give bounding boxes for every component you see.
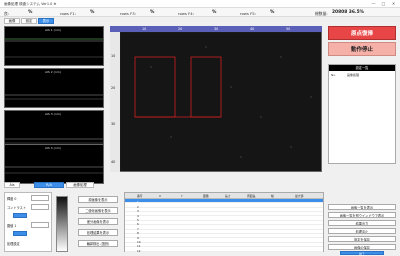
settings-row-key: No.: [331, 73, 336, 77]
axis-tick: 10: [111, 54, 116, 58]
axis-tick: 20: [178, 26, 183, 31]
chart-plot: [5, 38, 103, 58]
status-label: rows F3:: [120, 10, 136, 16]
table-cell: 12: [137, 248, 141, 253]
status-bar: 良: % rows F1: % rows F3: % rows F4: % ro…: [0, 8, 400, 17]
status-label: rows F4:: [178, 10, 194, 16]
status-value: %: [212, 10, 217, 15]
table-row[interactable]: 12: [125, 247, 323, 253]
axis-tick: 30: [111, 122, 116, 126]
grid-col-header: 最大値: [295, 194, 304, 199]
save-image-button[interactable]: 画像の保存: [328, 244, 396, 250]
brightness-input[interactable]: [31, 195, 49, 201]
status-value: %: [28, 10, 33, 15]
grid-col-header: 幅: [271, 194, 274, 199]
show-result-button[interactable]: 処理結果を表示: [78, 229, 118, 236]
threshold-apply-button[interactable]: [13, 231, 27, 236]
image-axis-top: 10 20 30 40 50: [110, 26, 322, 32]
control-panel: 輝度 0 コントラスト 閾値 1 処理設定: [4, 192, 52, 252]
contour-detect-button[interactable]: 輪郭検出 (選択): [78, 240, 118, 247]
show-diff-button[interactable]: 差分画像を表示: [78, 218, 118, 225]
tab-display[interactable]: 表示: [38, 18, 54, 24]
output-results-button[interactable]: 結果出力: [328, 220, 396, 226]
axis-tick: 20: [111, 86, 116, 90]
axis-tick: 40: [111, 160, 116, 164]
total-count-label: 総数量:: [315, 10, 328, 16]
settings-row-value: 画像処理: [347, 73, 360, 77]
settings-table-header: 設定一覧: [329, 65, 395, 71]
tab-image-processing[interactable]: 画像処理: [66, 182, 94, 188]
grid-col-header: 面積: [203, 194, 209, 199]
tab-ais[interactable]: Ais: [4, 182, 20, 188]
tab-image[interactable]: 画像: [4, 18, 20, 24]
status-label: rows F5:: [240, 10, 256, 16]
status-value: %: [90, 10, 95, 15]
axis-tick: 50: [286, 26, 291, 31]
threshold-input[interactable]: [31, 222, 49, 228]
exit-button[interactable]: 終了: [340, 251, 384, 256]
window-title: 画像処理 検査システム Ver1.0 ※: [4, 1, 57, 6]
abort-processing-button[interactable]: 処理中止: [328, 228, 396, 234]
apply-button[interactable]: [13, 213, 27, 218]
close-icon[interactable]: ✕: [390, 1, 397, 6]
intensity-gradient: [56, 196, 68, 252]
grid-col-header: 周囲長: [247, 194, 256, 199]
status-label: 良:: [4, 10, 10, 16]
grid-col-header: Y: [181, 194, 183, 199]
image-axis-left: 10 20 30 40: [110, 32, 120, 172]
grid-col-header: 番号: [137, 194, 143, 199]
ais-chart-2: AIS 2 (nm): [4, 68, 104, 108]
show-binary-button[interactable]: 二値化画像を表示: [78, 207, 118, 214]
chart-plot: [5, 166, 103, 174]
minimize-icon[interactable]: —: [370, 1, 377, 6]
image-view[interactable]: [110, 26, 322, 172]
image-canvas: [121, 33, 321, 171]
tab-settings[interactable]: 設定: [21, 18, 37, 24]
grid-col-header: X: [159, 194, 161, 199]
show-image-list-window-button[interactable]: 画像一覧を別ウインドウで表示: [328, 212, 396, 218]
brightness-label: 輝度 0: [7, 197, 17, 201]
grid-col-header: 長さ: [225, 194, 231, 199]
settings-table: 設定一覧 No. 画像処理: [328, 64, 396, 164]
title-bar: 画像処理 検査システム Ver1.0 ※ — □ ✕: [0, 0, 400, 8]
axis-tick: 30: [214, 26, 219, 31]
contrast-input[interactable]: [31, 204, 49, 210]
total-count-value: 20808 36.5%: [332, 10, 365, 15]
contrast-label: コントラスト: [7, 206, 27, 210]
process-settings-label: 処理設定: [7, 242, 20, 246]
axis-tick: 10: [142, 26, 147, 31]
status-value: %: [150, 10, 155, 15]
origin-return-button[interactable]: 原点復帰: [328, 26, 396, 40]
stop-operation-button[interactable]: 動作停止: [328, 42, 396, 56]
maximize-icon[interactable]: □: [380, 1, 387, 6]
save-settings-button[interactable]: 設定を保存: [328, 236, 396, 242]
status-label: rows F1:: [60, 10, 76, 16]
axis-tick: 40: [250, 26, 255, 31]
tab-ra[interactable]: R/A: [34, 182, 64, 188]
show-original-button[interactable]: 原画像を表示: [78, 196, 118, 203]
threshold-label: 閾値 1: [7, 224, 17, 228]
ais-chart-4: AIS 4 (nm): [4, 144, 104, 184]
results-grid[interactable]: 番号 X Y 面積 長さ 周囲長 幅 最大値 1—2 3 4 5 6 7 8 9 10 11 12: [124, 192, 324, 253]
show-image-list-button[interactable]: 画像一覧を表示: [328, 204, 396, 210]
chart-plot: [5, 94, 103, 100]
status-value: %: [270, 10, 275, 15]
ais-chart-1: AIS 1 (nm): [4, 26, 104, 66]
